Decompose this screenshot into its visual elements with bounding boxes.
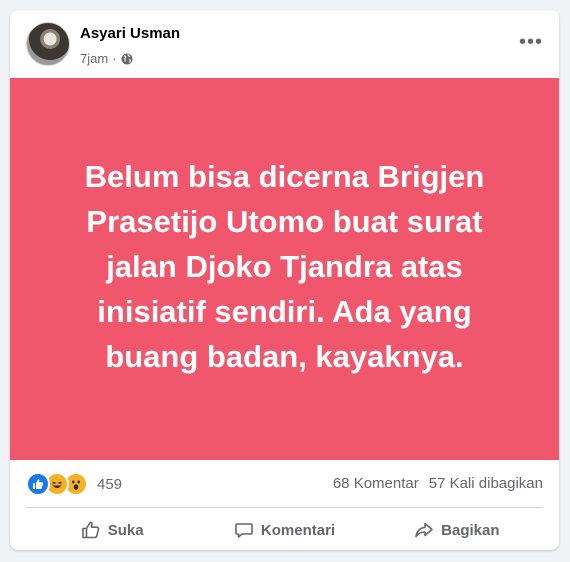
post-banner: Belum bisa dicerna Brigjen Prasetijo Uto… bbox=[10, 78, 559, 460]
share-label: Bagikan bbox=[441, 521, 500, 539]
comment-count[interactable]: 68 Komentar bbox=[333, 475, 419, 492]
actions-divider bbox=[26, 507, 543, 508]
thumbs-up-icon bbox=[81, 521, 99, 539]
like-label: Suka bbox=[107, 521, 144, 539]
more-options-button[interactable]: ••• bbox=[517, 31, 545, 53]
post-header: Asyari Usman 7jam · ••• bbox=[10, 10, 559, 78]
share-count[interactable]: 57 Kali dibagikan bbox=[429, 475, 543, 492]
share-icon bbox=[415, 522, 433, 538]
reactions-summary[interactable]: 459 bbox=[26, 472, 122, 496]
banner-text: Belum bisa dicerna Brigjen Prasetijo Uto… bbox=[84, 158, 485, 374]
comment-label: Komentari bbox=[260, 521, 336, 539]
post-card: Asyari Usman 7jam · ••• Belum bisa dicer… bbox=[10, 10, 559, 550]
like-button[interactable]: Suka bbox=[26, 513, 198, 547]
author-name[interactable]: Asyari Usman bbox=[80, 25, 180, 42]
engagement-counts: 68 Komentar 57 Kali dibagikan bbox=[333, 475, 543, 492]
meta-separator: · bbox=[112, 51, 117, 66]
share-button[interactable]: Bagikan bbox=[371, 513, 543, 547]
post-time[interactable]: 7jam bbox=[80, 51, 108, 66]
comment-icon bbox=[235, 523, 253, 538]
comment-button[interactable]: Komentari bbox=[198, 513, 370, 547]
globe-icon[interactable] bbox=[121, 53, 133, 65]
post-stats: 459 68 Komentar 57 Kali dibagikan bbox=[10, 470, 559, 498]
post-actions: Suka Komentari Bagikan bbox=[26, 513, 543, 547]
post-meta: 7jam · bbox=[80, 51, 133, 66]
like-icon bbox=[26, 472, 50, 496]
author-avatar[interactable] bbox=[26, 22, 70, 66]
reaction-count[interactable]: 459 bbox=[97, 476, 122, 493]
